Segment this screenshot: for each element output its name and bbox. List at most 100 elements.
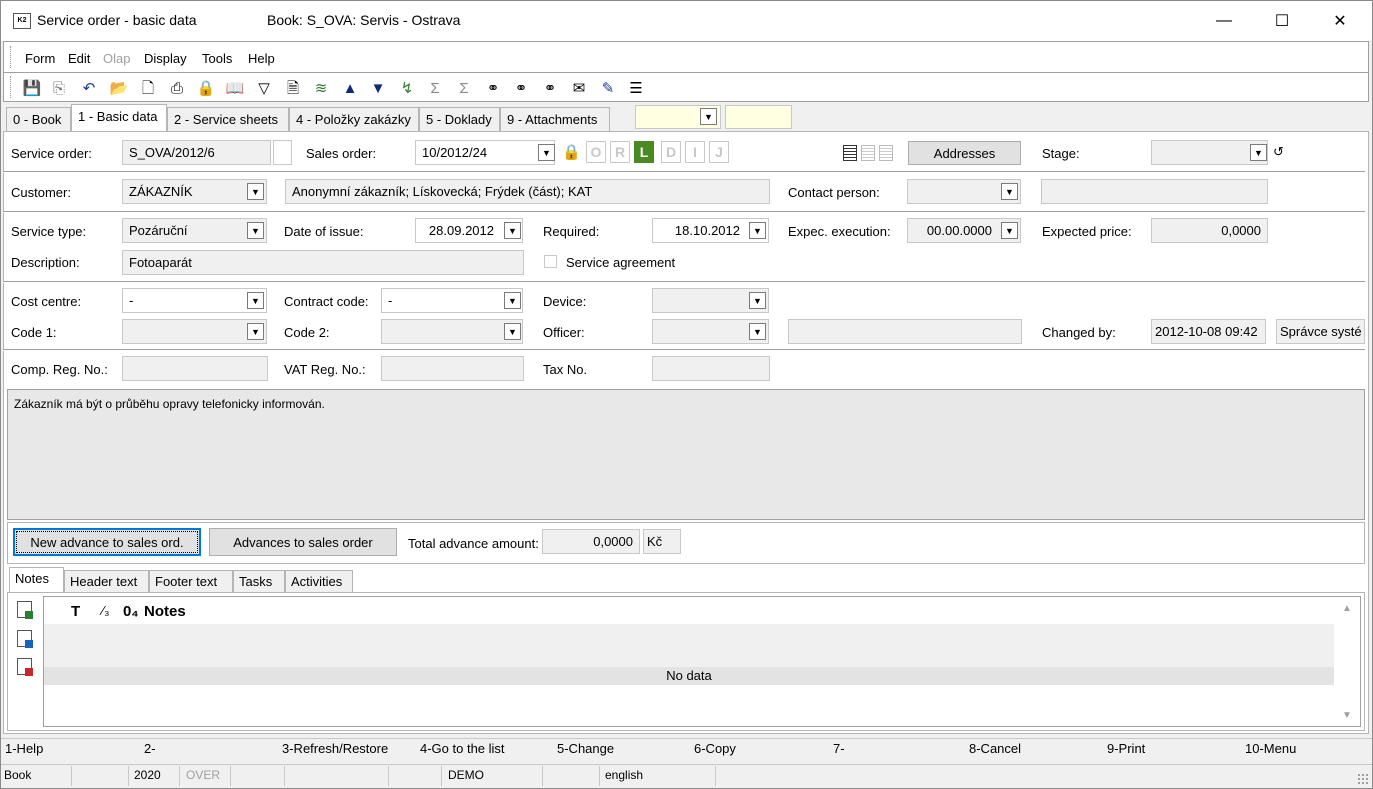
- notes-grid-scrollbar[interactable]: [1335, 597, 1360, 726]
- mail-icon[interactable]: ✉: [569, 78, 589, 98]
- open-folder-icon[interactable]: 📂: [109, 78, 129, 98]
- tab-footer-text[interactable]: Footer text: [149, 570, 233, 593]
- expected-price-field[interactable]: 0,0000: [1151, 218, 1268, 243]
- code2-field[interactable]: [381, 319, 523, 344]
- flag-l[interactable]: L: [634, 141, 654, 163]
- text-doc-3-icon[interactable]: [879, 145, 893, 161]
- notes-icon[interactable]: ✎: [598, 78, 618, 98]
- customer-address-field[interactable]: Anonymní zákazník; Lískovecká; Frýdek (č…: [285, 179, 770, 204]
- fkey-10-menu[interactable]: 10-Menu: [1245, 741, 1296, 756]
- fkey-8-cancel[interactable]: 8-Cancel: [969, 741, 1021, 756]
- fkey-2[interactable]: 2-: [144, 741, 156, 756]
- tab-field[interactable]: [725, 105, 792, 129]
- flag-r[interactable]: R: [610, 141, 630, 163]
- col-t-header[interactable]: T: [71, 603, 80, 620]
- service-agreement-checkbox[interactable]: [544, 255, 557, 268]
- contract-code-field[interactable]: -: [381, 288, 523, 313]
- code1-field[interactable]: [122, 319, 267, 344]
- flag-j[interactable]: J: [709, 141, 729, 163]
- menu-display[interactable]: Display: [144, 51, 187, 66]
- contract-code-dropdown[interactable]: ▼: [504, 292, 521, 309]
- binoculars-prev-icon[interactable]: ⚭: [540, 78, 560, 98]
- undo-icon[interactable]: ↶: [79, 78, 99, 98]
- code1-dropdown[interactable]: ▼: [247, 323, 264, 340]
- sales-order-field[interactable]: 10/2012/24: [415, 140, 555, 165]
- resize-grip-icon[interactable]: [1357, 773, 1368, 784]
- tax-no-field[interactable]: [652, 356, 770, 381]
- fkey-3-refresh[interactable]: 3-Refresh/Restore: [282, 741, 388, 756]
- col-3-header[interactable]: ⁄₃: [102, 603, 109, 618]
- fkey-5-change[interactable]: 5-Change: [557, 741, 614, 756]
- binoculars-icon[interactable]: ⚭: [483, 78, 503, 98]
- text-doc-2-icon[interactable]: [861, 145, 875, 161]
- service-order-extra[interactable]: [273, 140, 292, 165]
- officer-name-field[interactable]: [788, 319, 1022, 344]
- delete-note-icon[interactable]: [17, 658, 33, 676]
- tab-combo-dropdown-button[interactable]: ▼: [700, 108, 717, 125]
- menu-olap[interactable]: Olap: [103, 51, 130, 66]
- fkey-7[interactable]: 7-: [833, 741, 845, 756]
- close-button[interactable]: ✕: [1311, 1, 1369, 41]
- comp-reg-field[interactable]: [122, 356, 268, 381]
- tab-polozky-zakazky[interactable]: 4 - Položky zakázky: [289, 107, 419, 131]
- menu-edit[interactable]: Edit: [68, 51, 90, 66]
- sum-icon[interactable]: Σ: [425, 78, 445, 98]
- stack-icon[interactable]: ≋: [311, 78, 331, 98]
- refresh-icon[interactable]: ↯: [397, 78, 417, 98]
- menu-help[interactable]: Help: [248, 51, 275, 66]
- tab-header-text[interactable]: Header text: [64, 570, 149, 593]
- arrow-down-icon[interactable]: ▼: [368, 78, 388, 98]
- customer-dropdown[interactable]: ▼: [247, 183, 264, 200]
- copy-icon[interactable]: ⎙: [167, 78, 187, 98]
- note-textarea[interactable]: Zákazník má být o průběhu opravy telefon…: [7, 389, 1365, 520]
- tab-notes[interactable]: Notes: [9, 567, 64, 593]
- add-note-icon[interactable]: [17, 601, 33, 619]
- tab-attachments[interactable]: 9 - Attachments: [500, 107, 610, 131]
- service-type-dropdown[interactable]: ▼: [247, 222, 264, 239]
- fkey-6-copy[interactable]: 6-Copy: [694, 741, 736, 756]
- cost-centre-dropdown[interactable]: ▼: [247, 292, 264, 309]
- col-4-header[interactable]: 0₄: [123, 603, 139, 620]
- officer-dropdown[interactable]: ▼: [749, 323, 766, 340]
- vat-reg-field[interactable]: [381, 356, 524, 381]
- advances-list-button[interactable]: Advances to sales order: [209, 528, 397, 556]
- save-as-icon[interactable]: ⎘: [49, 78, 69, 98]
- new-document-icon[interactable]: 🗋: [138, 78, 158, 98]
- text-doc-icon[interactable]: [843, 145, 857, 161]
- date-of-issue-dropdown[interactable]: ▼: [504, 222, 521, 239]
- scroll-up-icon[interactable]: ▲: [1342, 603, 1352, 614]
- sum-filter-icon[interactable]: Σ: [454, 78, 474, 98]
- lock-icon[interactable]: 🔒: [196, 78, 216, 98]
- tab-doklady[interactable]: 5 - Doklady: [419, 107, 500, 131]
- required-dropdown[interactable]: ▼: [749, 222, 766, 239]
- service-order-field[interactable]: S_OVA/2012/6: [122, 140, 271, 165]
- save-icon[interactable]: 💾: [22, 78, 42, 98]
- cost-centre-field[interactable]: -: [122, 288, 267, 313]
- minimize-button[interactable]: —: [1195, 1, 1253, 41]
- contact-person-detail-field[interactable]: [1041, 179, 1268, 204]
- code2-dropdown[interactable]: ▼: [504, 323, 521, 340]
- stage-dropdown[interactable]: ▼: [1250, 144, 1267, 161]
- tab-activities[interactable]: Activities: [285, 570, 353, 593]
- col-notes-header[interactable]: Notes: [144, 603, 186, 620]
- sales-order-dropdown[interactable]: ▼: [538, 144, 555, 161]
- edit-note-icon[interactable]: [17, 630, 33, 648]
- flag-o[interactable]: O: [586, 141, 606, 163]
- addresses-button[interactable]: Addresses: [908, 141, 1021, 165]
- arrow-up-icon[interactable]: ▲: [340, 78, 360, 98]
- document-filter-icon[interactable]: 🗎: [283, 78, 303, 98]
- fkey-4-goto-list[interactable]: 4-Go to the list: [420, 741, 505, 756]
- expec-execution-dropdown[interactable]: ▼: [1001, 222, 1018, 239]
- fkey-9-print[interactable]: 9-Print: [1107, 741, 1145, 756]
- tab-tasks[interactable]: Tasks: [233, 570, 285, 593]
- flag-i[interactable]: I: [685, 141, 705, 163]
- maximize-button[interactable]: ☐: [1253, 1, 1311, 41]
- flag-d[interactable]: D: [661, 141, 681, 163]
- menu-lines-icon[interactable]: ☰: [626, 78, 646, 98]
- menu-form[interactable]: Form: [25, 51, 55, 66]
- binoculars-next-icon[interactable]: ⚭: [511, 78, 531, 98]
- tab-service-sheets[interactable]: 2 - Service sheets: [167, 107, 289, 131]
- tab-book[interactable]: 0 - Book: [6, 107, 71, 131]
- contact-person-dropdown[interactable]: ▼: [1001, 183, 1018, 200]
- description-field[interactable]: Fotoaparát: [122, 250, 524, 275]
